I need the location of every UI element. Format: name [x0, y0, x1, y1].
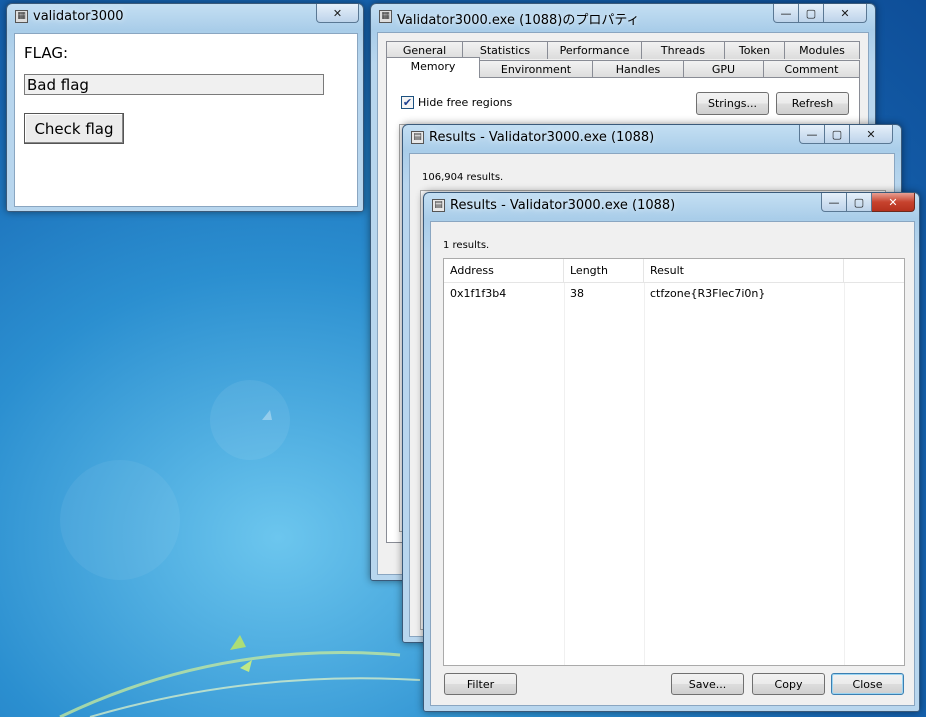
properties-minimize-button[interactable]: —	[773, 4, 799, 23]
maximize-icon: ▢	[805, 6, 817, 20]
column-label: Length	[570, 264, 608, 277]
save-button-label: Save...	[688, 677, 727, 691]
results-front-client-area: 1 results. Address Length Result 0x1f1f3…	[430, 221, 915, 706]
tab-label: General	[402, 44, 447, 57]
column-divider	[844, 283, 845, 665]
results-back-maximize-button[interactable]: ▢	[825, 125, 850, 144]
validator-window: ▦ validator3000 ✕ FLAG: Bad flag Check f…	[6, 3, 364, 212]
column-label: Address	[450, 264, 494, 277]
hide-free-checkbox[interactable]: ✔	[401, 96, 414, 109]
results-front-minimize-button[interactable]: —	[821, 193, 847, 212]
table-row[interactable]: 0x1f1f3b4 38 ctfzone{R3Flec7i0n}	[444, 284, 904, 302]
column-divider	[564, 283, 565, 665]
maximize-icon: ▢	[831, 127, 843, 141]
copy-button-label: Copy	[774, 677, 803, 691]
properties-window-title: Validator3000.exe (1088)のプロパティ	[397, 13, 640, 28]
tab-label: Handles	[615, 63, 661, 76]
results-front-maximize-button[interactable]: ▢	[847, 193, 872, 212]
close-icon: ✕	[888, 195, 898, 209]
column-address[interactable]: Address	[444, 259, 564, 282]
cell-address: 0x1f1f3b4	[450, 286, 507, 300]
copy-button[interactable]: Copy	[752, 673, 825, 695]
app-icon: ▦	[15, 10, 28, 23]
flag-label: FLAG:	[24, 44, 69, 62]
column-label: Result	[650, 264, 684, 277]
validator-window-title: validator3000	[33, 9, 124, 24]
flag-field-value: Bad flag	[27, 75, 89, 94]
close-icon: ✕	[332, 6, 343, 20]
refresh-button-label: Refresh	[791, 97, 834, 110]
column-length[interactable]: Length	[564, 259, 644, 282]
column-result[interactable]: Result	[644, 259, 844, 282]
tab-label: Threads	[660, 44, 706, 57]
column-divider	[644, 283, 645, 665]
results-back-caption-buttons: — ▢ ✕	[799, 125, 893, 145]
results-table[interactable]: Address Length Result 0x1f1f3b4 38 ctfzo…	[443, 258, 905, 666]
validator-caption-buttons: ✕	[316, 4, 359, 24]
checkbox-icon: ✔	[402, 96, 413, 109]
refresh-button[interactable]: Refresh	[776, 92, 849, 115]
tab-environment[interactable]: Environment	[479, 60, 593, 78]
save-button[interactable]: Save...	[671, 673, 744, 695]
tab-memory[interactable]: Memory	[386, 57, 480, 78]
properties-caption-buttons: — ▢ ✕	[773, 4, 867, 24]
tab-threads[interactable]: Threads	[641, 41, 725, 59]
tab-label: Memory	[410, 60, 456, 73]
hide-free-label: Hide free regions	[418, 96, 513, 109]
tab-label: GPU	[711, 63, 736, 76]
results-front-close-window-button[interactable]: ✕	[872, 193, 915, 212]
tab-performance[interactable]: Performance	[547, 41, 642, 59]
close-button[interactable]: Close	[831, 673, 904, 695]
cell-result: ctfzone{R3Flec7i0n}	[650, 286, 766, 300]
tab-handles[interactable]: Handles	[592, 60, 684, 78]
results-front-count: 1 results.	[443, 240, 490, 251]
strings-button[interactable]: Strings...	[696, 92, 769, 115]
minimize-icon: —	[806, 127, 818, 141]
close-icon: ✕	[840, 6, 850, 20]
minimize-icon: —	[780, 6, 792, 20]
tab-label: Performance	[559, 44, 630, 57]
results-front-caption-buttons: — ▢ ✕	[821, 193, 915, 213]
tab-label: Environment	[500, 63, 572, 76]
check-flag-button-label: Check flag	[34, 119, 114, 138]
minimize-icon: —	[828, 195, 840, 209]
tab-comment[interactable]: Comment	[763, 60, 860, 78]
tab-label: Comment	[784, 63, 839, 76]
app-icon: ▦	[379, 10, 392, 23]
results-table-header: Address Length Result	[444, 259, 904, 283]
results-back-minimize-button[interactable]: —	[799, 125, 825, 144]
tab-token[interactable]: Token	[724, 41, 785, 59]
results-back-count: 106,904 results.	[422, 172, 504, 183]
results-back-title: Results - Validator3000.exe (1088)	[429, 130, 655, 145]
tab-modules[interactable]: Modules	[784, 41, 860, 59]
validator-client-area: FLAG: Bad flag Check flag	[14, 33, 358, 207]
cell-length: 38	[570, 286, 584, 300]
tab-label: Modules	[799, 44, 845, 57]
close-button-label: Close	[852, 677, 883, 691]
tab-gpu[interactable]: GPU	[683, 60, 764, 78]
strings-button-label: Strings...	[707, 97, 758, 110]
filter-button-label: Filter	[466, 677, 495, 691]
maximize-icon: ▢	[853, 195, 865, 209]
properties-close-button[interactable]: ✕	[824, 4, 867, 23]
check-flag-button[interactable]: Check flag	[24, 113, 124, 144]
close-icon: ✕	[866, 127, 876, 141]
results-front-title: Results - Validator3000.exe (1088)	[450, 198, 676, 213]
tab-label: Statistics	[479, 44, 531, 57]
properties-maximize-button[interactable]: ▢	[799, 4, 824, 23]
tab-label: Token	[738, 44, 771, 57]
filter-button[interactable]: Filter	[444, 673, 517, 695]
results-back-close-button[interactable]: ✕	[850, 125, 893, 144]
results-window-front: ▤ Results - Validator3000.exe (1088) — ▢…	[423, 192, 920, 712]
list-icon: ▤	[411, 131, 424, 144]
validator-close-button[interactable]: ✕	[316, 4, 359, 23]
flag-field[interactable]: Bad flag	[24, 74, 324, 95]
list-icon: ▤	[432, 199, 445, 212]
